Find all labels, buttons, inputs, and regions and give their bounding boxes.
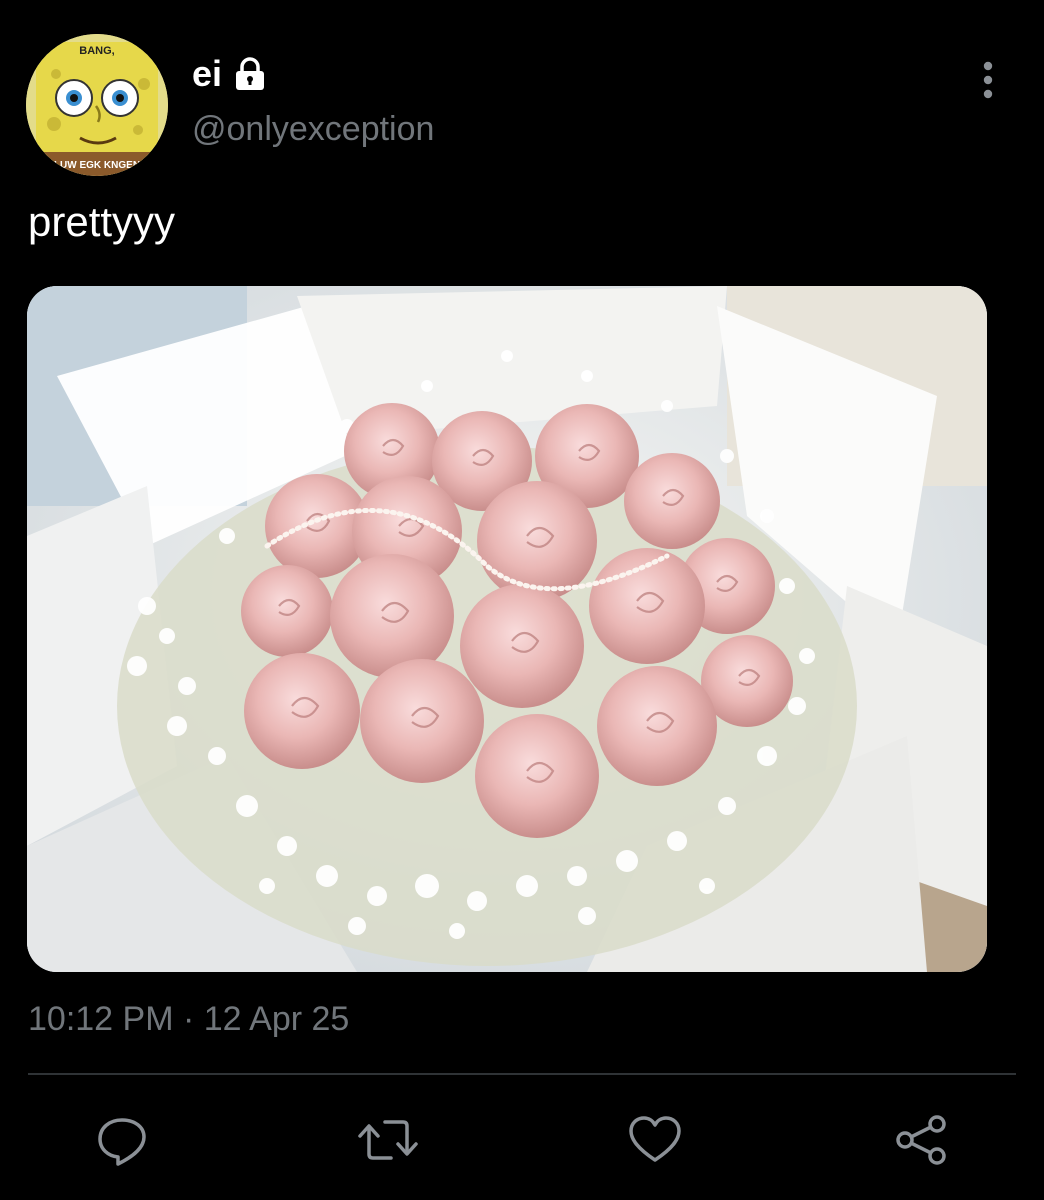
reply-button[interactable] <box>90 1108 154 1172</box>
tweet: BANG, LUW EGK KNGEN ei @onlyexception pr… <box>0 0 1044 1200</box>
timestamp[interactable]: 10:12 PM · 12 Apr 25 <box>28 1000 349 1039</box>
avatar[interactable]: BANG, LUW EGK KNGEN <box>26 34 168 176</box>
handle[interactable]: @onlyexception <box>192 110 434 149</box>
share-button[interactable] <box>889 1108 953 1172</box>
avatar-bottom-caption: LUW EGK KNGEN <box>54 160 140 171</box>
tweet-time: 10:12 PM <box>28 1000 174 1038</box>
tweet-image[interactable] <box>27 286 987 972</box>
display-name[interactable]: ei <box>192 53 222 95</box>
avatar-top-caption: BANG, <box>79 45 114 57</box>
heart-icon <box>629 1116 681 1162</box>
retweet-icon <box>358 1120 418 1160</box>
tweet-date: 12 Apr 25 <box>203 1000 350 1038</box>
retweet-button[interactable] <box>356 1108 420 1172</box>
spongebob-avatar-image: BANG, LUW EGK KNGEN <box>26 34 168 176</box>
more-vertical-icon[interactable] <box>968 56 1008 104</box>
divider <box>28 1073 1016 1075</box>
reply-icon <box>98 1118 146 1166</box>
bouquet-photo-image <box>27 286 987 972</box>
lock-icon <box>236 57 265 90</box>
share-icon <box>896 1115 946 1165</box>
like-button[interactable] <box>623 1108 687 1172</box>
tweet-text: prettyyy <box>28 198 176 245</box>
timestamp-separator: · <box>182 1000 195 1038</box>
name-row: ei <box>192 52 268 96</box>
